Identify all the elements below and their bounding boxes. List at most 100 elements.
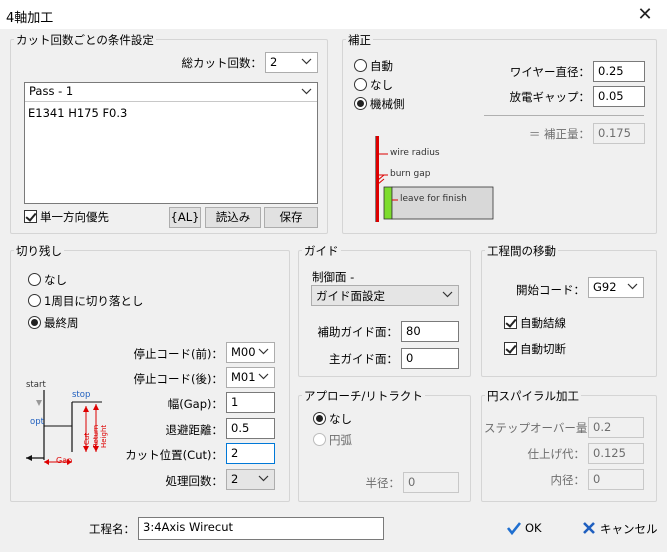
- checkmark-icon: [506, 522, 522, 536]
- width-gap-input[interactable]: 1: [226, 392, 275, 413]
- aux-guide-input[interactable]: 80: [401, 321, 459, 342]
- leave-last-radio[interactable]: [28, 316, 41, 329]
- comp-machine-radio[interactable]: [354, 97, 367, 110]
- leave-first-radio[interactable]: [28, 294, 41, 307]
- move-title: 工程間の移動: [485, 243, 558, 259]
- start-code-value: G92: [593, 280, 617, 294]
- leave-none-radio[interactable]: [28, 273, 41, 286]
- cut-position-label: カット位置(Cut)：: [125, 448, 223, 462]
- comp-auto-label: 自動: [370, 59, 393, 73]
- stepover-label: ステップオーバー量：: [484, 421, 599, 435]
- diagram-leave-for-finish: leave for finish: [400, 194, 467, 204]
- process-count-label: 処理回数：: [165, 474, 224, 488]
- retract-distance-label: 退避距離：: [165, 423, 224, 437]
- pass-value: Pass - 1: [29, 84, 74, 98]
- compensation-title: 補正: [346, 32, 373, 48]
- approach-none-label: なし: [329, 412, 352, 426]
- title-bar: 4軸加工 ✕: [0, 0, 667, 30]
- discharge-gap-input[interactable]: 0.05: [593, 86, 645, 107]
- single-direction-checkbox[interactable]: [24, 210, 37, 223]
- leave-first-label: 1周目に切り落とし: [44, 294, 144, 308]
- wire-diameter-label: ワイヤー直径：: [509, 65, 590, 79]
- chevron-down-icon: [301, 88, 312, 95]
- ok-label: OK: [525, 521, 542, 535]
- diagram-gap: Gap: [56, 456, 73, 465]
- stop-front-select[interactable]: M00: [226, 342, 275, 363]
- auto-connect-label: 自動結線: [520, 316, 566, 330]
- diagram-cut: Cut: [83, 432, 91, 445]
- stop-back-value: M01: [231, 370, 256, 384]
- width-gap-label: 幅(Gap)：: [167, 397, 223, 411]
- diagram-stop: stop: [72, 390, 91, 400]
- total-cuts-select[interactable]: 2: [265, 52, 318, 73]
- stepover-input[interactable]: 0.2: [588, 417, 644, 438]
- window-title: 4軸加工: [6, 11, 54, 26]
- cross-icon: [583, 522, 595, 534]
- stop-back-select[interactable]: M01: [226, 367, 275, 388]
- chevron-down-icon: [627, 283, 638, 290]
- diagram-opt: opt: [30, 417, 44, 427]
- wire-diameter-input[interactable]: 0.25: [593, 61, 645, 82]
- diagram-wire-radius: wire radius: [390, 148, 440, 158]
- control-surface-label: 制御面 -: [312, 270, 355, 284]
- comp-none-radio[interactable]: [354, 78, 367, 91]
- comp-amount-input[interactable]: 0.175: [593, 123, 645, 144]
- auto-connect-checkbox[interactable]: [504, 316, 517, 329]
- cut-position-input[interactable]: 2: [226, 443, 275, 464]
- process-name-input[interactable]: 3:4Axis Wirecut: [138, 517, 384, 540]
- spiral-title: 円スパイラル加工: [485, 388, 581, 404]
- control-surface-select[interactable]: ガイド面設定: [311, 285, 459, 306]
- leave-last-label: 最終周: [44, 316, 79, 330]
- inner-diameter-input[interactable]: 0: [588, 469, 644, 490]
- chevron-down-icon: [301, 58, 312, 65]
- cancel-button[interactable]: キャンセル: [580, 516, 660, 540]
- radius-input[interactable]: 0: [403, 472, 459, 493]
- close-icon[interactable]: ✕: [633, 3, 657, 27]
- start-code-select[interactable]: G92: [588, 277, 644, 298]
- process-count-select[interactable]: 2: [226, 469, 275, 490]
- al-button[interactable]: {AL}: [169, 207, 201, 228]
- pass-select[interactable]: Pass - 1: [25, 83, 317, 102]
- cancel-label: キャンセル: [600, 522, 658, 536]
- main-guide-label: 主ガイド面：: [329, 352, 398, 366]
- separator-line: [484, 115, 644, 116]
- stop-front-value: M00: [231, 345, 256, 359]
- move-group: [481, 250, 657, 377]
- discharge-gap-label: 放電ギャップ：: [509, 90, 591, 104]
- auto-cut-label: 自動切断: [520, 342, 566, 356]
- save-button[interactable]: 保存: [264, 207, 318, 228]
- comp-none-label: なし: [370, 78, 393, 92]
- single-direction-label: 単一方向優先: [40, 210, 109, 224]
- guide-title: ガイド: [302, 243, 341, 259]
- diagram-burn-gap: burn gap: [390, 169, 431, 179]
- leave-none-label: なし: [44, 273, 67, 287]
- load-button[interactable]: 読込み: [205, 207, 261, 228]
- diagram-return: Return: [92, 424, 100, 448]
- chevron-down-icon: [258, 475, 269, 482]
- leave-title: 切り残し: [14, 243, 64, 259]
- approach-arc-radio[interactable]: [313, 433, 326, 446]
- start-code-label: 開始コード：: [516, 283, 585, 297]
- main-guide-input[interactable]: 0: [401, 348, 459, 369]
- comp-auto-radio[interactable]: [354, 59, 367, 72]
- comp-amount-label: ＝ 補正量：: [528, 127, 590, 141]
- condition-line[interactable]: E1341 H175 F0.3: [28, 106, 127, 120]
- ok-button[interactable]: OK: [500, 516, 560, 540]
- aux-guide-label: 補助ガイド面：: [317, 325, 399, 339]
- inner-diameter-label: 内径：: [550, 473, 586, 487]
- comp-machine-label: 機械側: [370, 97, 405, 111]
- chevron-down-icon: [258, 348, 269, 355]
- chevron-down-icon: [442, 291, 453, 298]
- control-surface-value: ガイド面設定: [316, 289, 385, 303]
- retract-distance-input[interactable]: 0.5: [226, 418, 275, 439]
- finish-allowance-input[interactable]: 0.125: [588, 443, 644, 464]
- approach-title: アプローチ/リトラクト: [302, 388, 425, 404]
- approach-arc-label: 円弧: [329, 433, 352, 447]
- diagram-start: start: [26, 380, 46, 390]
- stop-back-label: 停止コード(後)：: [133, 372, 223, 386]
- total-cuts-value: 2: [270, 55, 278, 69]
- approach-none-radio[interactable]: [313, 412, 326, 425]
- cut-conditions-title: カット回数ごとの条件設定: [14, 32, 156, 48]
- compensation-diagram: [375, 136, 494, 222]
- auto-cut-checkbox[interactable]: [504, 342, 517, 355]
